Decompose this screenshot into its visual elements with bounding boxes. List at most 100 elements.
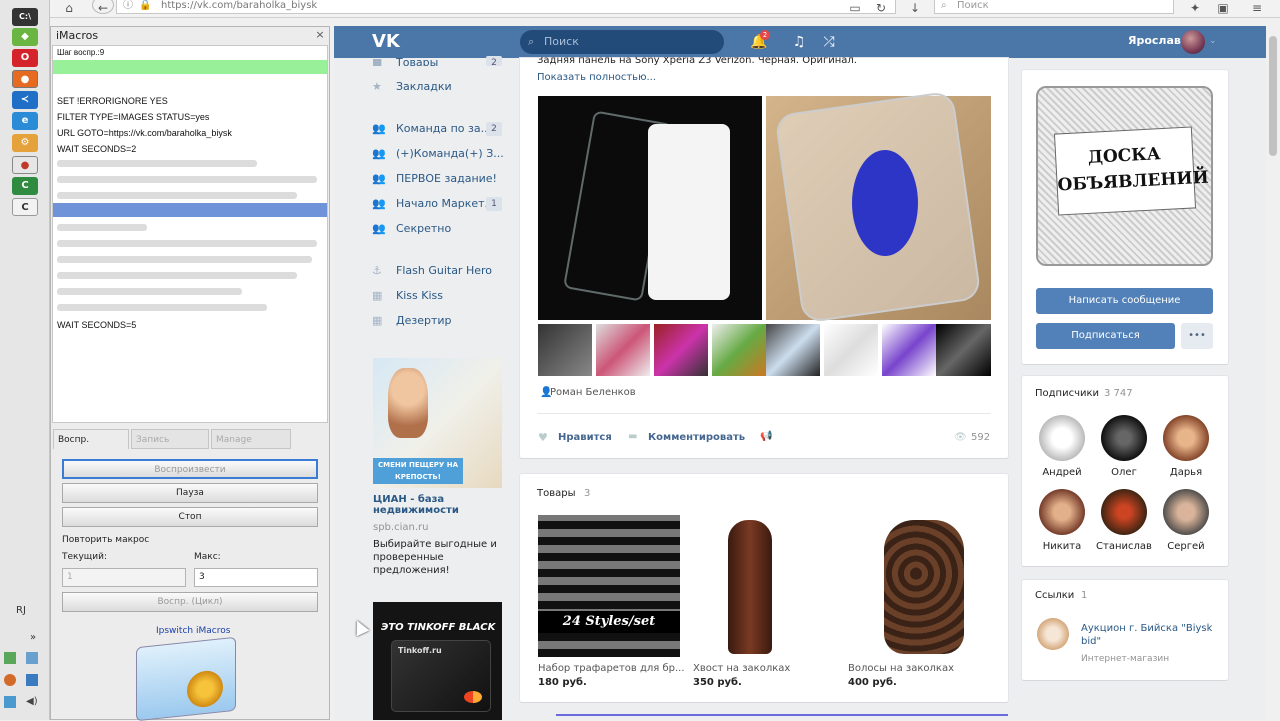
browser-search-input[interactable]: ⌕ Поиск [934, 0, 1174, 14]
share-icon[interactable]: 📢 [760, 431, 772, 442]
ccleaner-icon[interactable]: C [12, 198, 38, 216]
ad-image[interactable]: СМЕНИ ПЕЩЕРУ НА КРЕПОСТЬ! [373, 358, 502, 488]
tray-flag-icon[interactable] [4, 696, 16, 708]
brand-link[interactable]: Ipswitch iMacros [156, 626, 230, 636]
subscriber-name[interactable]: Станислав [1089, 541, 1159, 552]
stop-button[interactable]: Стоп [62, 507, 318, 527]
link-avatar[interactable] [1037, 618, 1069, 650]
subscriber-name[interactable]: Никита [1027, 541, 1097, 552]
android-icon[interactable]: ◆ [12, 28, 38, 46]
menu-icon[interactable]: ≡ [1248, 0, 1266, 16]
music-icon[interactable]: ♫ [790, 33, 808, 51]
subscriber-name[interactable]: Олег [1089, 467, 1159, 478]
ad-image[interactable]: ЭТО TINKOFF BLACK Tinkoff.ru [373, 602, 502, 720]
like-button[interactable]: Нравится [558, 432, 612, 443]
avatar[interactable] [1163, 489, 1209, 535]
sidebar-item-group[interactable]: 👥 (+)Команда(+) З... [372, 145, 504, 163]
sidebar-item-bookmarks[interactable]: ★ Закладки [372, 78, 452, 96]
tab-play[interactable]: Воспр. [53, 429, 129, 449]
sidebar-item-app[interactable]: ▦ Kiss Kiss [372, 287, 443, 305]
close-icon[interactable]: × [313, 28, 327, 42]
thumbnail[interactable] [596, 324, 650, 376]
volume-icon[interactable]: ◀) [26, 696, 38, 708]
sidebar-icon[interactable]: ▣ [1214, 0, 1232, 16]
firefox2-icon[interactable]: ● [12, 156, 38, 174]
max-input[interactable]: 3 [194, 568, 318, 587]
comment-button[interactable]: Комментировать [648, 432, 745, 443]
sidebar-item-app[interactable]: ▦ Дезертир [372, 312, 452, 330]
sidebar-item-group[interactable]: 👥 Секретно [372, 220, 451, 238]
tray-expand-icon[interactable]: » [30, 632, 36, 643]
avatar[interactable] [1039, 415, 1085, 461]
home-icon[interactable]: ⌂ [60, 0, 78, 16]
heart-icon[interactable]: ♥ [538, 431, 548, 444]
sidebar-item-group[interactable]: 👥 Команда по за... [372, 120, 491, 138]
subscriber-name[interactable]: Сергей [1151, 541, 1221, 552]
tray-display-icon[interactable] [26, 652, 38, 664]
shuffle-icon[interactable]: ⤮ [820, 33, 838, 51]
camtasia-icon[interactable]: C [12, 177, 38, 195]
goods-image[interactable] [884, 520, 964, 654]
vk-logo[interactable]: VK [372, 31, 404, 53]
links-title[interactable]: Ссылки [1035, 590, 1074, 601]
community-cover[interactable]: ДОСКА ОБЪЯВЛЕНИЙ [1036, 86, 1213, 266]
subscriber-name[interactable]: Андрей [1027, 467, 1097, 478]
chrome-icon[interactable]: ⚙ [12, 134, 38, 152]
reload-icon[interactable]: ↻ [872, 0, 890, 16]
thumbnail[interactable] [882, 324, 936, 376]
chevron-down-icon[interactable]: ⌄ [1209, 36, 1217, 46]
firefox-icon[interactable]: ● [12, 70, 38, 88]
goods-image[interactable]: 24 Styles/set [538, 515, 680, 657]
more-button[interactable]: ••• [1181, 323, 1213, 349]
thumbnail[interactable] [936, 324, 991, 376]
post-author[interactable]: Роман Беленков [550, 387, 636, 398]
tray-monitor-icon[interactable] [26, 674, 38, 686]
sidebar-item-game[interactable]: ⚓ Flash Guitar Hero [372, 262, 492, 280]
comment-icon[interactable]: ▬ [628, 431, 637, 442]
reader-icon[interactable]: ▭ [846, 0, 864, 16]
post-photo[interactable] [538, 96, 762, 320]
goods-title[interactable]: Товары [537, 488, 576, 499]
avatar[interactable] [1101, 489, 1147, 535]
opera-icon[interactable]: O [12, 49, 38, 67]
avatar[interactable] [1163, 415, 1209, 461]
tab-manage[interactable]: Manage [211, 429, 291, 449]
vk-search-input[interactable]: ⌕ Поиск [520, 30, 724, 54]
avatar[interactable] [1039, 489, 1085, 535]
language-indicator[interactable]: RJ [16, 605, 26, 616]
goods-name[interactable]: Набор трафаретов для бр... [538, 663, 688, 674]
pause-button[interactable]: Пауза [62, 483, 318, 503]
download-icon[interactable]: ↓ [906, 0, 924, 16]
tray-network-icon[interactable] [4, 652, 16, 664]
user-name[interactable]: Ярослав [1128, 34, 1181, 47]
subscribe-button[interactable]: Подписаться [1036, 323, 1175, 349]
url-bar[interactable]: ⓘ 🔒 https://vk.com/baraholka_biysk [116, 0, 896, 14]
tray-app-icon[interactable] [4, 674, 16, 686]
info-icon[interactable]: ⓘ [123, 0, 133, 12]
avatar[interactable] [1181, 30, 1205, 54]
thumbnail[interactable] [712, 324, 766, 376]
thumbnail[interactable] [824, 324, 878, 376]
sidebar-item-group[interactable]: 👥 Начало Маркет... [372, 195, 495, 213]
avatar[interactable] [1101, 415, 1147, 461]
vscode-icon[interactable]: ≺ [12, 91, 38, 109]
play-button[interactable]: Воспроизвести [62, 459, 318, 479]
link-title[interactable]: Аукцион г. Бийска "Biysk bid" [1081, 622, 1216, 648]
loop-play-button[interactable]: Воспр. (Цикл) [62, 592, 318, 612]
tab-record[interactable]: Запись [131, 429, 209, 449]
ad-title[interactable]: ЦИАН - база недвижимости [373, 494, 503, 516]
thumbnail[interactable] [538, 324, 592, 376]
goods-name[interactable]: Хвост на заколках [693, 663, 790, 674]
show-more-link[interactable]: Показать полностью... [537, 72, 656, 83]
extension-icon[interactable]: ✦ [1186, 0, 1204, 16]
ie-icon[interactable]: e [12, 112, 38, 130]
goods-image[interactable] [728, 520, 772, 654]
scrollbar-thumb[interactable] [1269, 36, 1277, 156]
thumbnail[interactable] [654, 324, 708, 376]
back-button[interactable]: ← [92, 0, 114, 15]
sidebar-item-group[interactable]: 👥 ПЕРВОЕ задание! [372, 170, 497, 188]
macro-editor[interactable]: Шаг воспр.:9 SET !ERRORIGNORE YES FILTER… [52, 45, 328, 423]
current-input[interactable]: 1 [62, 568, 186, 587]
thumbnail[interactable] [766, 324, 820, 376]
scrollbar[interactable] [1266, 26, 1280, 720]
